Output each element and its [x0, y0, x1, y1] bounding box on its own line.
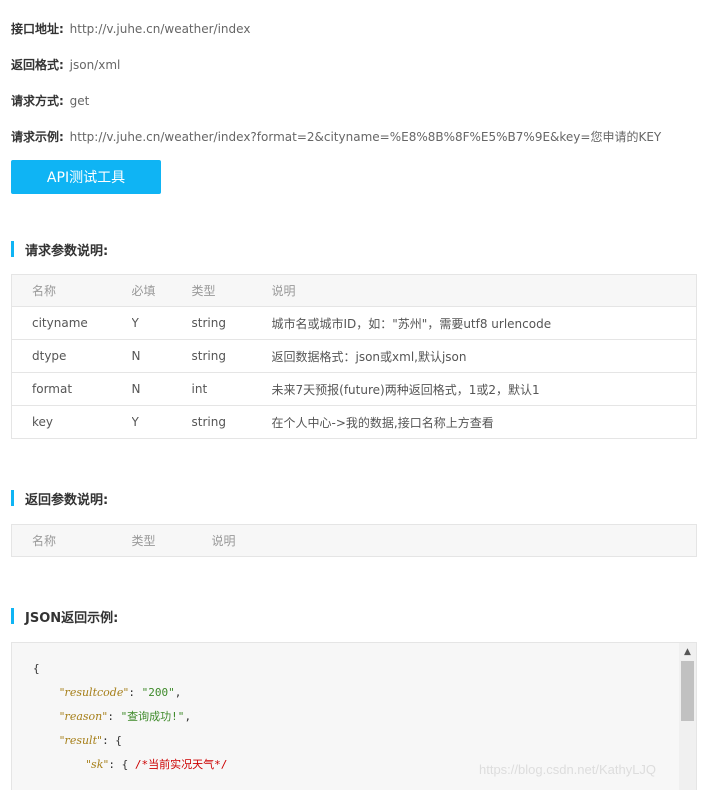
method-value: get — [69, 94, 90, 108]
heading-accent-bar — [11, 608, 14, 624]
table-row: dtype N string 返回数据格式：json或xml,默认json — [11, 339, 697, 373]
info-url: 接口地址: http://v.juhe.cn/weather/index — [11, 20, 250, 37]
cell-desc: 城市名或城市ID，如："苏州"，需要utf8 urlencode — [271, 306, 697, 340]
table-header-row: 名称 类型 说明 — [11, 524, 697, 557]
scroll-thumb[interactable] — [681, 661, 694, 721]
table-row: format N int 未来7天预报(future)两种返回格式，1或2，默认… — [11, 372, 697, 406]
request-params-heading: 请求参数说明: — [11, 240, 109, 259]
cell-name: cityname — [11, 306, 132, 340]
info-format: 返回格式: json/xml — [11, 56, 120, 73]
json-code: { "resultcode": "200", "reason": "查询成功!"… — [33, 657, 227, 777]
response-params-title: 返回参数说明: — [25, 492, 109, 508]
cell-required: Y — [131, 405, 192, 439]
format-value: json/xml — [69, 58, 121, 72]
json-example-title: JSON返回示例: — [25, 610, 119, 626]
heading-accent-bar — [11, 241, 14, 257]
json-key: "reason" — [59, 710, 108, 723]
format-label: 返回格式: — [11, 58, 64, 72]
response-params-heading: 返回参数说明: — [11, 489, 109, 508]
code-line: "reason": "查询成功!", — [59, 710, 192, 723]
cell-desc: 返回数据格式：json或xml,默认json — [271, 339, 697, 373]
code-brace: { — [33, 662, 40, 675]
json-key: "resultcode" — [59, 686, 129, 699]
col-header-type: 类型 — [191, 274, 272, 307]
scroll-up-arrow-icon[interactable]: ▲ — [679, 645, 696, 659]
url-value: http://v.juhe.cn/weather/index — [69, 22, 251, 36]
info-method: 请求方式: get — [11, 92, 89, 109]
url-label: 接口地址: — [11, 22, 64, 36]
json-example-heading: JSON返回示例: — [11, 607, 119, 626]
cell-type: string — [191, 339, 272, 373]
api-test-tool-button[interactable]: API测试工具 — [11, 160, 161, 194]
cell-required: N — [131, 339, 192, 373]
info-example: 请求示例: http://v.juhe.cn/weather/index?for… — [11, 128, 661, 145]
cell-type: string — [191, 405, 272, 439]
json-key: "result" — [59, 734, 103, 747]
cell-name: format — [11, 372, 132, 406]
vertical-scrollbar[interactable]: ▲ — [679, 643, 696, 790]
code-line: "resultcode": "200", — [59, 686, 182, 699]
col-header-desc: 说明 — [271, 274, 697, 307]
cell-required: N — [131, 372, 192, 406]
example-value: http://v.juhe.cn/weather/index?format=2&… — [69, 130, 662, 144]
cell-name: dtype — [11, 339, 132, 373]
cell-type: string — [191, 306, 272, 340]
json-comment: /*当前实况天气*/ — [134, 758, 228, 771]
cell-name: key — [11, 405, 132, 439]
cell-type: int — [191, 372, 272, 406]
json-string: "查询成功!" — [120, 710, 185, 723]
col-header-type: 类型 — [131, 524, 212, 557]
code-line: "result": { — [59, 734, 122, 747]
code-line: { — [33, 657, 227, 681]
request-params-table: 名称 必填 类型 说明 cityname Y string 城市名或城市ID，如… — [11, 274, 697, 439]
watermark: https://blog.csdn.net/KathyLJQ — [479, 762, 657, 777]
col-header-required: 必填 — [131, 274, 192, 307]
table-row: key Y string 在个人中心->我的数据,接口名称上方查看 — [11, 405, 697, 439]
example-label: 请求示例: — [11, 130, 64, 144]
heading-accent-bar — [11, 490, 14, 506]
method-label: 请求方式: — [11, 94, 64, 108]
code-line: "sk": { /*当前实况天气*/ — [85, 758, 228, 771]
cell-desc: 在个人中心->我的数据,接口名称上方查看 — [271, 405, 697, 439]
json-key: "sk" — [85, 758, 109, 771]
request-params-title: 请求参数说明: — [25, 243, 109, 259]
col-header-desc: 说明 — [211, 524, 697, 557]
cell-required: Y — [131, 306, 192, 340]
table-header-row: 名称 必填 类型 说明 — [11, 274, 697, 307]
json-string: "200" — [141, 686, 175, 699]
table-row: cityname Y string 城市名或城市ID，如："苏州"，需要utf8… — [11, 306, 697, 340]
col-header-name: 名称 — [11, 274, 132, 307]
cell-desc: 未来7天预报(future)两种返回格式，1或2，默认1 — [271, 372, 697, 406]
col-header-name: 名称 — [11, 524, 132, 557]
response-params-table: 名称 类型 说明 — [11, 524, 697, 557]
